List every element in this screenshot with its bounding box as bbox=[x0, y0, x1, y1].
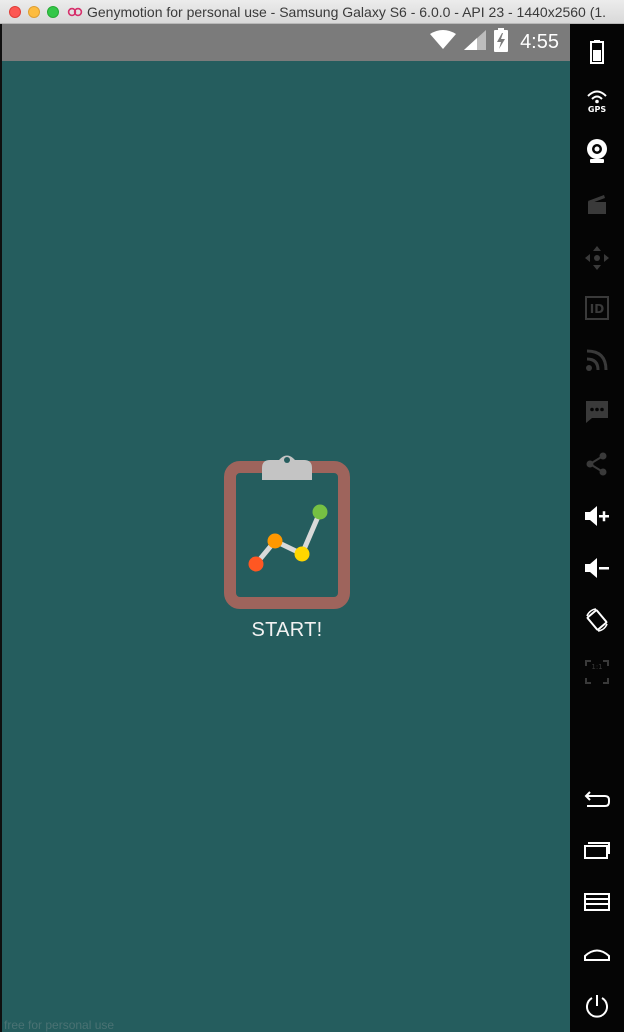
gps-icon[interactable]: GPS bbox=[581, 84, 613, 116]
back-icon[interactable] bbox=[581, 782, 613, 814]
minimize-window-button[interactable] bbox=[28, 5, 40, 18]
watermark: free for personal use bbox=[4, 1018, 115, 1032]
window-title: Genymotion for personal use - Samsung Ga… bbox=[87, 3, 607, 20]
dpad-icon[interactable] bbox=[581, 242, 613, 274]
wifi-icon bbox=[430, 30, 457, 55]
signal-icon bbox=[464, 30, 487, 55]
start-label: START! bbox=[251, 619, 323, 641]
share-icon[interactable] bbox=[581, 448, 613, 480]
device-id-label: ID bbox=[590, 302, 604, 316]
recent-apps-icon[interactable] bbox=[581, 834, 613, 866]
network-icon[interactable] bbox=[581, 344, 613, 376]
window-controls bbox=[9, 5, 59, 18]
pixel-perfect-icon[interactable]: 1:1 bbox=[581, 656, 613, 688]
genymotion-logo-icon bbox=[67, 5, 83, 19]
battery-charging-icon bbox=[494, 28, 509, 57]
pixel-perfect-label: 1:1 bbox=[591, 663, 602, 671]
device-id-icon[interactable]: ID bbox=[581, 292, 613, 324]
home-icon[interactable] bbox=[581, 938, 613, 970]
battery-icon[interactable] bbox=[581, 36, 613, 68]
menu-icon[interactable] bbox=[581, 886, 613, 918]
webcam-icon[interactable] bbox=[581, 135, 613, 167]
gps-label: GPS bbox=[588, 105, 606, 113]
clipboard-chart-icon bbox=[224, 450, 350, 615]
window-titlebar: Genymotion for personal use - Samsung Ga… bbox=[0, 0, 624, 24]
close-window-button[interactable] bbox=[9, 5, 21, 18]
volume-down-icon[interactable] bbox=[581, 552, 613, 584]
rotate-icon[interactable] bbox=[581, 604, 613, 636]
start-button[interactable]: START! bbox=[224, 450, 350, 642]
power-icon[interactable] bbox=[581, 990, 613, 1022]
volume-up-icon[interactable] bbox=[581, 500, 613, 532]
status-clock: 4:55 bbox=[520, 31, 559, 53]
sms-icon[interactable] bbox=[581, 396, 613, 428]
genymotion-toolbar: GPS ID 1:1 bbox=[570, 24, 624, 1032]
status-bar: 4:55 bbox=[2, 24, 570, 61]
maximize-window-button[interactable] bbox=[47, 5, 59, 18]
capture-icon[interactable] bbox=[581, 188, 613, 220]
device-screen: 4:55 START! free for personal use bbox=[2, 24, 570, 1032]
